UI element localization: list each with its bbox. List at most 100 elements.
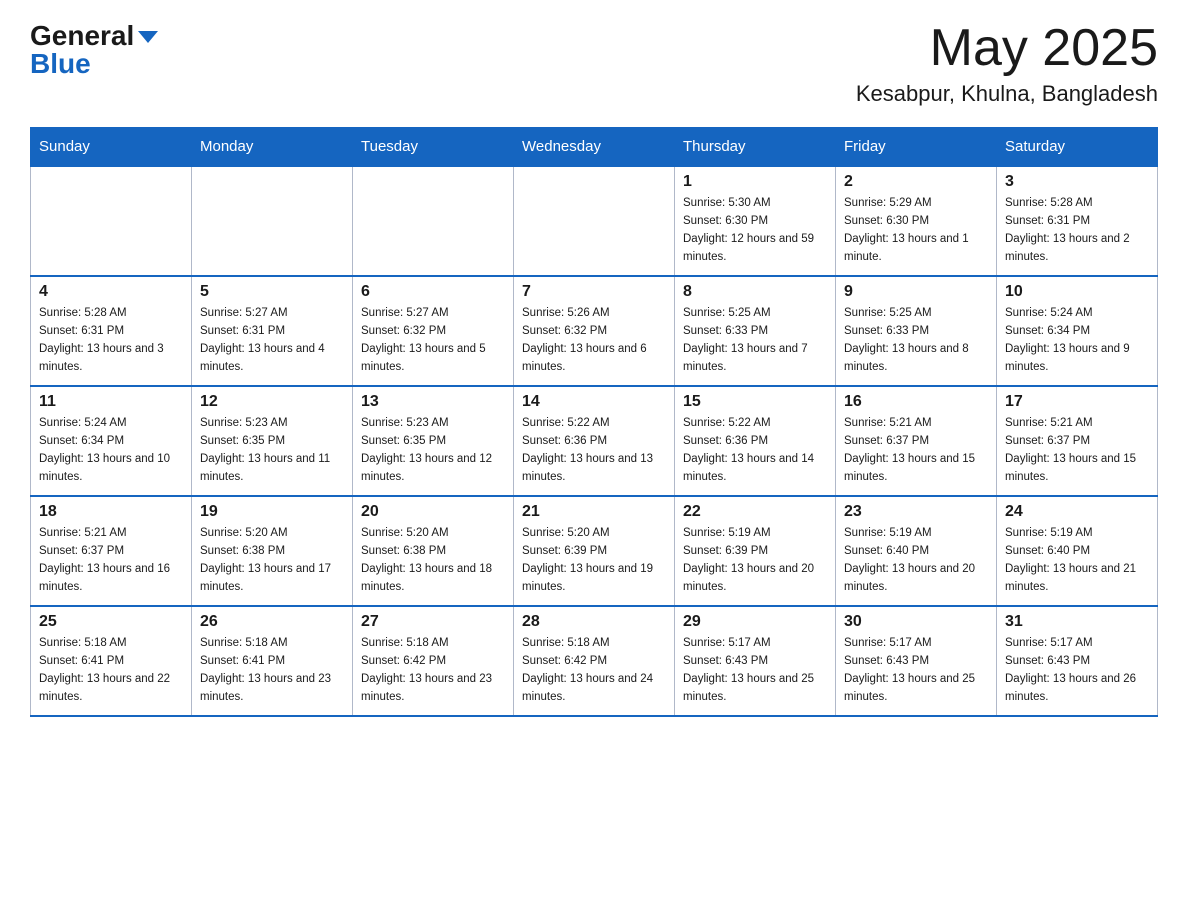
week-row-4: 18 Sunrise: 5:21 AMSunset: 6:37 PMDayligh… <box>31 496 1158 606</box>
day-info: Sunrise: 5:19 AMSunset: 6:40 PMDaylight:… <box>1005 525 1149 596</box>
weekday-header-monday: Monday <box>192 128 353 167</box>
day-cell: 18 Sunrise: 5:21 AMSunset: 6:37 PMDayligh… <box>31 496 192 606</box>
day-cell: 3Sunrise: 5:28 AMSunset: 6:31 PMDaylight… <box>997 166 1158 276</box>
day-number: 1 <box>683 173 827 191</box>
day-info: Sunrise: 5:19 AMSunset: 6:40 PMDaylight:… <box>844 525 988 596</box>
day-info: Sunrise: 5:20 AMSunset: 6:38 PMDaylight:… <box>361 525 505 596</box>
day-info: Sunrise: 5:25 AMSunset: 6:33 PMDaylight:… <box>683 305 827 376</box>
day-info: Sunrise: 5:17 AMSunset: 6:43 PMDaylight:… <box>683 635 827 706</box>
day-cell: 10 Sunrise: 5:24 AMSunset: 6:34 PMDayligh… <box>997 276 1158 386</box>
day-number: 5 <box>200 283 344 301</box>
day-number: 27 <box>361 613 505 631</box>
day-cell: 2Sunrise: 5:29 AMSunset: 6:30 PMDaylight… <box>836 166 997 276</box>
location-title: Kesabpur, Khulna, Bangladesh <box>856 81 1158 107</box>
day-number: 6 <box>361 283 505 301</box>
day-cell: 16 Sunrise: 5:21 AMSunset: 6:37 PMDayligh… <box>836 386 997 496</box>
day-cell: 15 Sunrise: 5:22 AMSunset: 6:36 PMDayligh… <box>675 386 836 496</box>
logo-arrow-icon <box>138 31 158 43</box>
day-info: Sunrise: 5:27 AMSunset: 6:31 PMDaylight:… <box>200 305 344 376</box>
day-number: 23 <box>844 503 988 521</box>
day-cell: 8 Sunrise: 5:25 AMSunset: 6:33 PMDaylight… <box>675 276 836 386</box>
day-cell: 6 Sunrise: 5:27 AMSunset: 6:32 PMDaylight… <box>353 276 514 386</box>
day-number: 7 <box>522 283 666 301</box>
day-number: 22 <box>683 503 827 521</box>
day-info: Sunrise: 5:23 AMSunset: 6:35 PMDaylight:… <box>361 415 505 486</box>
day-cell: 20 Sunrise: 5:20 AMSunset: 6:38 PMDayligh… <box>353 496 514 606</box>
day-number: 3 <box>1005 173 1149 191</box>
day-cell <box>31 166 192 276</box>
day-cell: 14Sunrise: 5:22 AMSunset: 6:36 PMDayligh… <box>514 386 675 496</box>
day-number: 18 <box>39 503 183 521</box>
day-number: 26 <box>200 613 344 631</box>
day-number: 12 <box>200 393 344 411</box>
day-info: Sunrise: 5:20 AMSunset: 6:38 PMDaylight:… <box>200 525 344 596</box>
day-cell: 25 Sunrise: 5:18 AMSunset: 6:41 PMDayligh… <box>31 606 192 716</box>
day-number: 15 <box>683 393 827 411</box>
day-info: Sunrise: 5:21 AMSunset: 6:37 PMDaylight:… <box>1005 415 1149 486</box>
logo: General Blue <box>30 20 158 80</box>
day-info: Sunrise: 5:17 AMSunset: 6:43 PMDaylight:… <box>1005 635 1149 706</box>
day-info: Sunrise: 5:29 AMSunset: 6:30 PMDaylight:… <box>844 195 988 266</box>
day-info: Sunrise: 5:20 AMSunset: 6:39 PMDaylight:… <box>522 525 666 596</box>
day-cell: 23 Sunrise: 5:19 AMSunset: 6:40 PMDayligh… <box>836 496 997 606</box>
day-info: Sunrise: 5:18 AMSunset: 6:42 PMDaylight:… <box>361 635 505 706</box>
calendar-table: SundayMondayTuesdayWednesdayThursdayFrid… <box>30 127 1158 717</box>
day-number: 20 <box>361 503 505 521</box>
day-number: 8 <box>683 283 827 301</box>
weekday-header-sunday: Sunday <box>31 128 192 167</box>
day-cell: 4Sunrise: 5:28 AMSunset: 6:31 PMDaylight… <box>31 276 192 386</box>
day-cell <box>192 166 353 276</box>
week-row-1: 1Sunrise: 5:30 AMSunset: 6:30 PMDaylight… <box>31 166 1158 276</box>
page-header: General Blue May 2025 Kesabpur, Khulna, … <box>30 20 1158 107</box>
month-title: May 2025 <box>856 20 1158 77</box>
weekday-header-thursday: Thursday <box>675 128 836 167</box>
day-number: 11 <box>39 393 183 411</box>
weekday-header-row: SundayMondayTuesdayWednesdayThursdayFrid… <box>31 128 1158 167</box>
day-info: Sunrise: 5:21 AMSunset: 6:37 PMDaylight:… <box>39 525 183 596</box>
day-number: 31 <box>1005 613 1149 631</box>
day-number: 21 <box>522 503 666 521</box>
day-cell: 7 Sunrise: 5:26 AMSunset: 6:32 PMDaylight… <box>514 276 675 386</box>
day-info: Sunrise: 5:18 AMSunset: 6:41 PMDaylight:… <box>39 635 183 706</box>
day-cell: 31 Sunrise: 5:17 AMSunset: 6:43 PMDayligh… <box>997 606 1158 716</box>
day-cell: 9 Sunrise: 5:25 AMSunset: 6:33 PMDaylight… <box>836 276 997 386</box>
day-number: 13 <box>361 393 505 411</box>
day-number: 28 <box>522 613 666 631</box>
title-area: May 2025 Kesabpur, Khulna, Bangladesh <box>856 20 1158 107</box>
day-cell: 1Sunrise: 5:30 AMSunset: 6:30 PMDaylight… <box>675 166 836 276</box>
day-info: Sunrise: 5:18 AMSunset: 6:42 PMDaylight:… <box>522 635 666 706</box>
day-number: 10 <box>1005 283 1149 301</box>
day-cell: 5 Sunrise: 5:27 AMSunset: 6:31 PMDaylight… <box>192 276 353 386</box>
day-info: Sunrise: 5:24 AMSunset: 6:34 PMDaylight:… <box>39 415 183 486</box>
day-number: 30 <box>844 613 988 631</box>
day-cell: 24Sunrise: 5:19 AMSunset: 6:40 PMDayligh… <box>997 496 1158 606</box>
day-info: Sunrise: 5:26 AMSunset: 6:32 PMDaylight:… <box>522 305 666 376</box>
logo-blue-text: Blue <box>30 48 91 80</box>
week-row-2: 4Sunrise: 5:28 AMSunset: 6:31 PMDaylight… <box>31 276 1158 386</box>
day-info: Sunrise: 5:19 AMSunset: 6:39 PMDaylight:… <box>683 525 827 596</box>
weekday-header-saturday: Saturday <box>997 128 1158 167</box>
day-info: Sunrise: 5:17 AMSunset: 6:43 PMDaylight:… <box>844 635 988 706</box>
day-cell: 13 Sunrise: 5:23 AMSunset: 6:35 PMDayligh… <box>353 386 514 496</box>
day-number: 16 <box>844 393 988 411</box>
day-info: Sunrise: 5:27 AMSunset: 6:32 PMDaylight:… <box>361 305 505 376</box>
day-cell: 29Sunrise: 5:17 AMSunset: 6:43 PMDayligh… <box>675 606 836 716</box>
day-cell <box>353 166 514 276</box>
day-number: 9 <box>844 283 988 301</box>
day-info: Sunrise: 5:22 AMSunset: 6:36 PMDaylight:… <box>683 415 827 486</box>
day-info: Sunrise: 5:23 AMSunset: 6:35 PMDaylight:… <box>200 415 344 486</box>
day-cell: 22 Sunrise: 5:19 AMSunset: 6:39 PMDayligh… <box>675 496 836 606</box>
week-row-5: 25 Sunrise: 5:18 AMSunset: 6:41 PMDayligh… <box>31 606 1158 716</box>
day-cell: 30 Sunrise: 5:17 AMSunset: 6:43 PMDayligh… <box>836 606 997 716</box>
day-info: Sunrise: 5:22 AMSunset: 6:36 PMDaylight:… <box>522 415 666 486</box>
day-info: Sunrise: 5:21 AMSunset: 6:37 PMDaylight:… <box>844 415 988 486</box>
weekday-header-friday: Friday <box>836 128 997 167</box>
day-info: Sunrise: 5:24 AMSunset: 6:34 PMDaylight:… <box>1005 305 1149 376</box>
day-cell: 28 Sunrise: 5:18 AMSunset: 6:42 PMDayligh… <box>514 606 675 716</box>
day-info: Sunrise: 5:28 AMSunset: 6:31 PMDaylight:… <box>39 305 183 376</box>
day-cell: 19 Sunrise: 5:20 AMSunset: 6:38 PMDayligh… <box>192 496 353 606</box>
day-number: 19 <box>200 503 344 521</box>
day-info: Sunrise: 5:25 AMSunset: 6:33 PMDaylight:… <box>844 305 988 376</box>
day-number: 17 <box>1005 393 1149 411</box>
day-number: 25 <box>39 613 183 631</box>
